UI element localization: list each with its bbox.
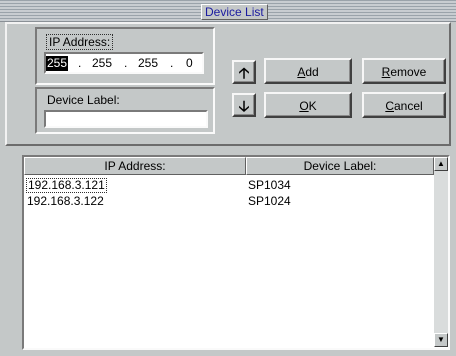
remove-button[interactable]: Remove: [362, 58, 446, 84]
row-label: SP1024: [248, 194, 291, 208]
up-arrow-icon: 🡡: [238, 65, 250, 82]
list-row[interactable]: 192.168.3.122 SP1024: [26, 194, 432, 209]
ip-octet-4[interactable]: 0: [186, 56, 193, 71]
row-ip: 192.168.3.121: [26, 178, 107, 193]
move-up-button[interactable]: 🡡: [232, 60, 256, 84]
ip-address-input[interactable]: 255 . 255 . 255 . 0: [44, 52, 204, 74]
ip-octet-3[interactable]: 255: [138, 56, 158, 71]
scroll-down-icon[interactable]: ▼: [434, 333, 448, 347]
row-label: SP1034: [248, 178, 291, 192]
ok-button[interactable]: OK: [264, 92, 352, 118]
vertical-scrollbar[interactable]: ▲ ▼: [434, 157, 448, 347]
row-ip: 192.168.3.122: [27, 194, 104, 208]
device-label-input[interactable]: [44, 110, 208, 128]
list-header: IP Address: Device Label:: [24, 157, 434, 175]
scroll-up-icon[interactable]: ▲: [434, 157, 448, 171]
ip-dot-3: .: [170, 56, 174, 70]
ip-octet-1[interactable]: 255: [46, 56, 69, 71]
window-title: Device List: [201, 4, 268, 20]
device-label-caption: Device Label:: [47, 93, 120, 107]
add-button[interactable]: Add: [264, 58, 352, 84]
ip-dot-1: .: [78, 56, 82, 70]
ip-address-label: IP Address:: [46, 34, 114, 50]
down-arrow-icon: 🡣: [238, 98, 250, 115]
list-row[interactable]: 192.168.3.121 SP1034: [26, 178, 432, 193]
column-header-label[interactable]: Device Label:: [246, 157, 434, 175]
ip-dot-2: .: [124, 56, 128, 70]
ip-octet-2[interactable]: 255: [92, 56, 112, 71]
cancel-button[interactable]: Cancel: [362, 92, 446, 118]
move-down-button[interactable]: 🡣: [232, 93, 256, 117]
column-header-ip[interactable]: IP Address:: [24, 157, 246, 175]
